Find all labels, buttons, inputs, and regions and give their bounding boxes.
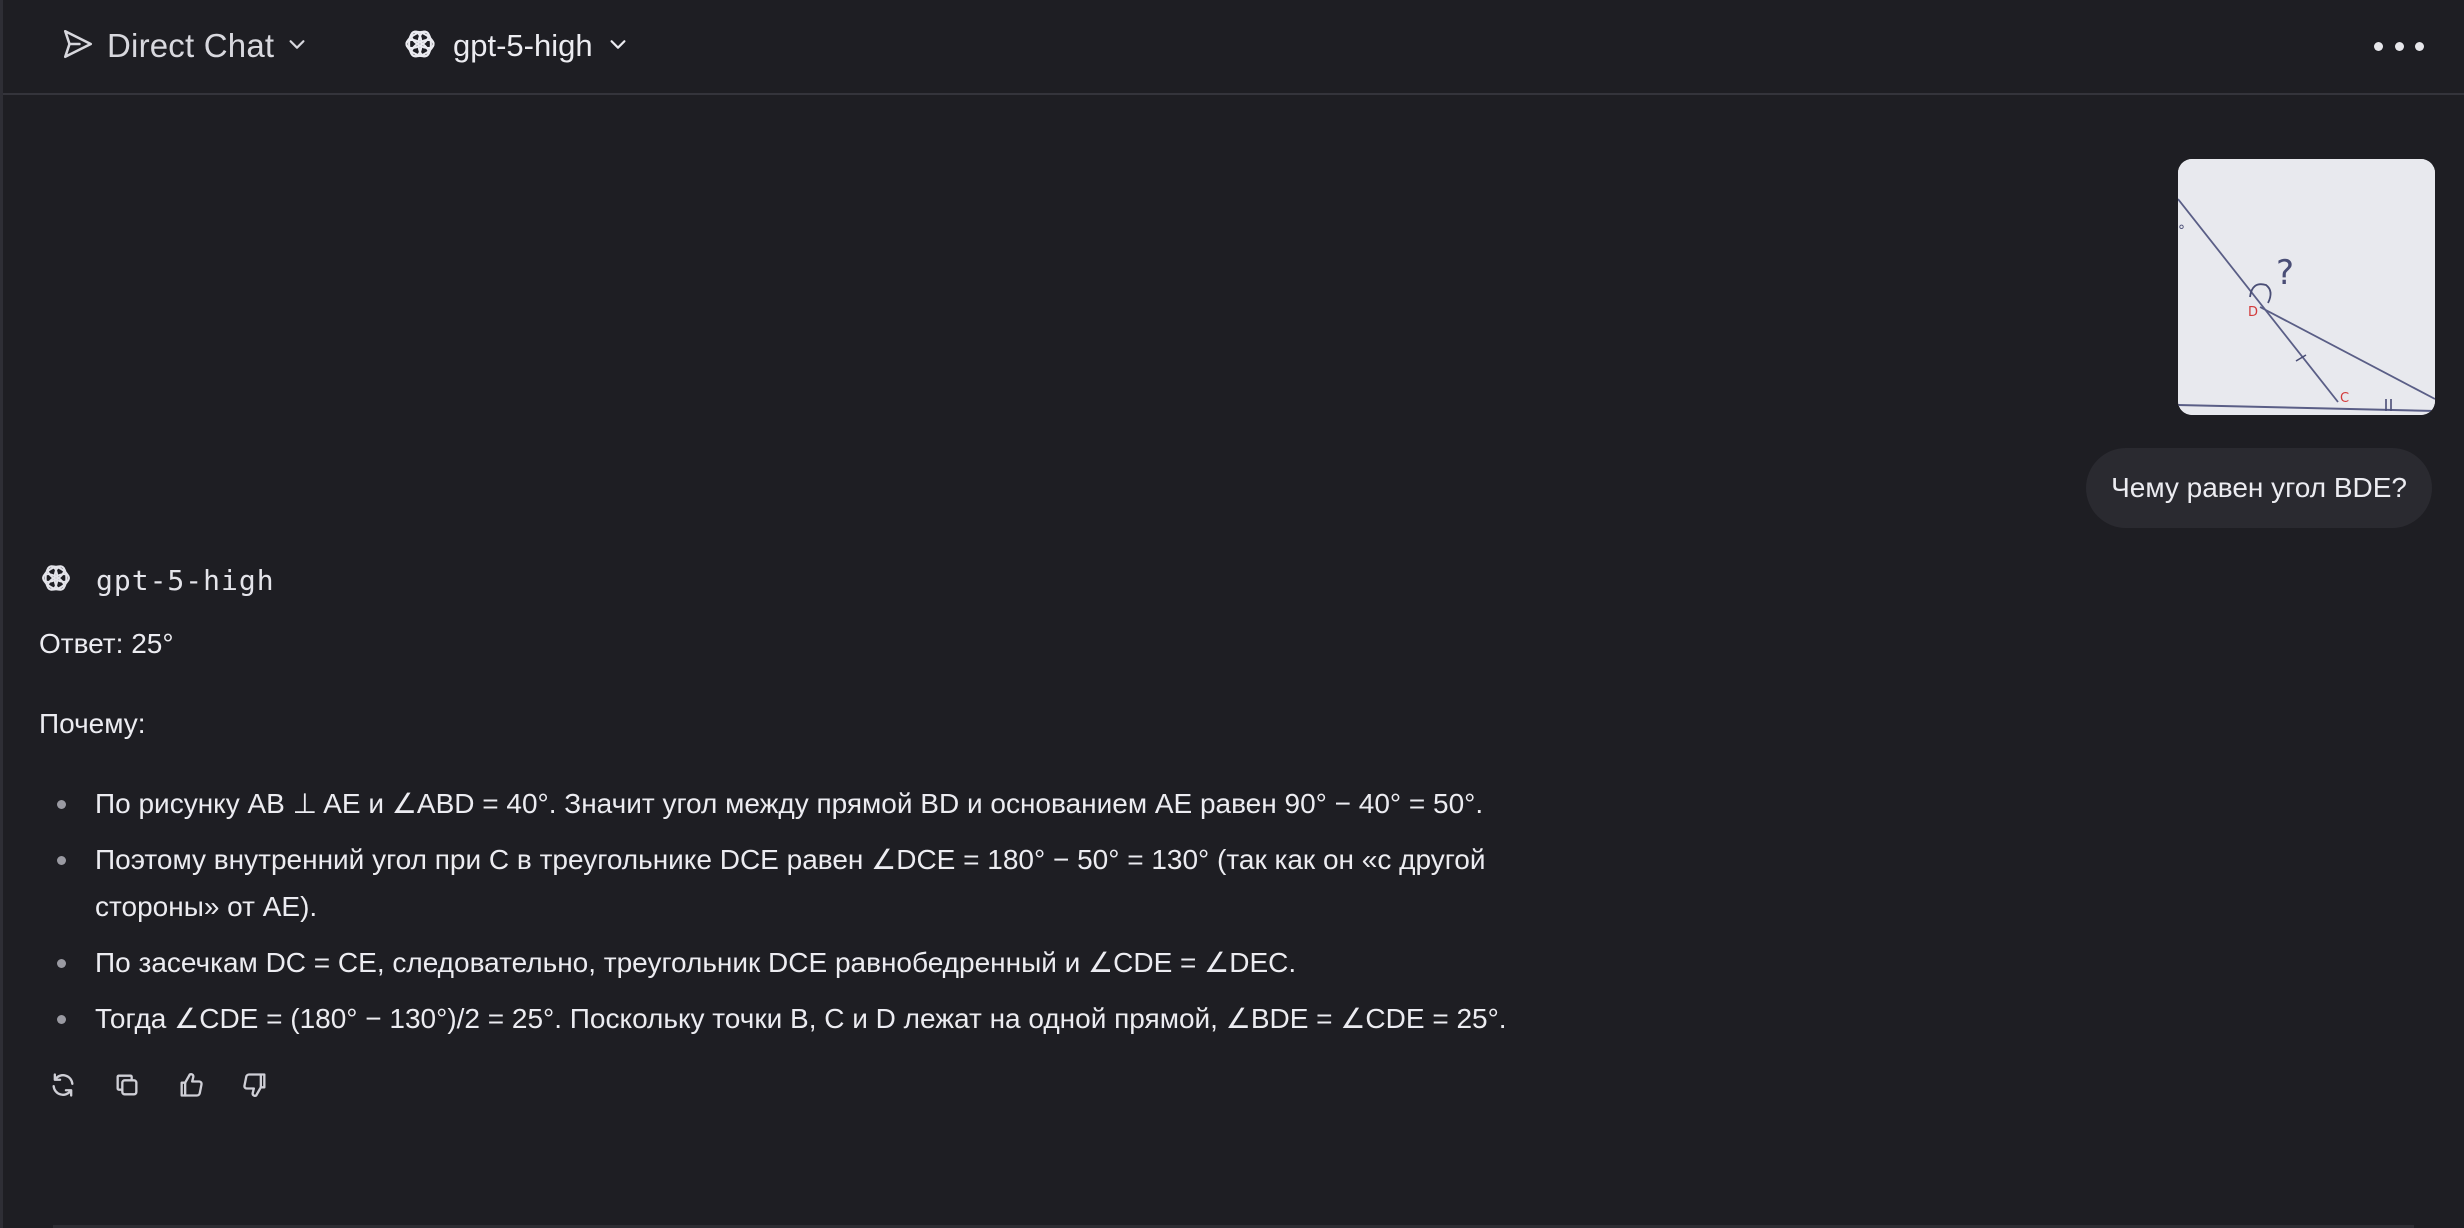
top-bar: Direct Chat gpt-5-high: [3, 0, 2464, 95]
list-item: По рисунку AB ⊥ AE и ∠ABD = 40°. Значит …: [57, 780, 1619, 827]
list-item: Тогда ∠CDE = (180° − 130°)/2 = 25°. Поск…: [57, 995, 1619, 1042]
send-icon: [61, 27, 95, 66]
user-message-bubble: Чему равен угол BDE?: [2086, 448, 2432, 528]
chevron-down-icon: [607, 33, 629, 60]
user-attached-image[interactable]: ? D C °: [2178, 159, 2435, 415]
chat-app: Direct Chat gpt-5-high ? D C ° Чему раве…: [0, 0, 2464, 1228]
answer-line: Ответ: 25°: [39, 628, 174, 659]
more-dot-icon: [2374, 41, 2383, 51]
list-item: По засечкам DC = CE, следовательно, треу…: [57, 939, 1619, 986]
explanation-list: По рисунку AB ⊥ AE и ∠ABD = 40°. Значит …: [39, 780, 1619, 1042]
thumbs-down-icon: [241, 1071, 269, 1104]
assistant-model-name: gpt-5-high: [96, 564, 275, 597]
mode-selector[interactable]: Direct Chat: [61, 24, 308, 68]
svg-text:C: C: [2340, 391, 2349, 406]
mode-label: Direct Chat: [107, 27, 275, 64]
chevron-down-icon: [286, 33, 308, 60]
thumbs-up-icon: [177, 1071, 205, 1104]
why-label: Почему:: [39, 708, 146, 739]
copy-icon: [113, 1071, 141, 1104]
openai-logo-icon: [401, 25, 439, 68]
thumbs-up-button[interactable]: [175, 1071, 207, 1103]
more-dot-icon: [2415, 41, 2424, 51]
svg-text:?: ?: [2276, 253, 2294, 293]
more-dot-icon: [2394, 41, 2404, 51]
message-actions: [47, 1071, 271, 1103]
list-item: Поэтому внутренний угол при C в треуголь…: [57, 836, 1615, 930]
more-options-button[interactable]: [2374, 28, 2424, 64]
model-selector[interactable]: gpt-5-high: [401, 24, 629, 68]
thumbs-down-button[interactable]: [239, 1071, 271, 1103]
user-message-text: Чему равен угол BDE?: [2111, 472, 2407, 503]
openai-logo-icon: [38, 560, 74, 601]
model-label: gpt-5-high: [453, 28, 593, 63]
svg-text:°: °: [2178, 223, 2185, 239]
svg-text:D: D: [2248, 305, 2258, 320]
assistant-message: Ответ: 25° Почему: По рисунку AB ⊥ AE и …: [39, 620, 1619, 1051]
copy-button[interactable]: [111, 1071, 143, 1103]
assistant-header: gpt-5-high: [38, 560, 275, 601]
regenerate-icon: [49, 1071, 77, 1104]
regenerate-button[interactable]: [47, 1071, 79, 1103]
